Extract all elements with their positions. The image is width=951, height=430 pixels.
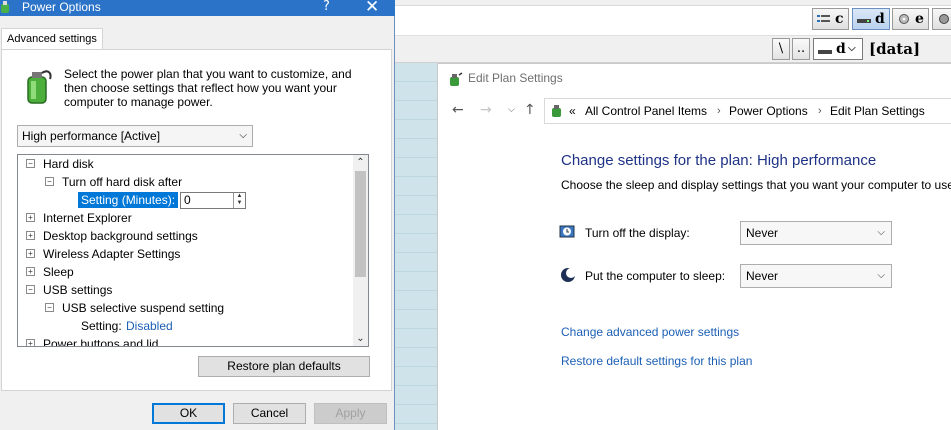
hard-drive-icon (857, 19, 871, 23)
address-bar[interactable]: « All Control Panel Items › Power Option… (544, 98, 951, 124)
display-timeout-label: Turn off the display: (585, 226, 690, 240)
display-timeout-select[interactable]: Never ⌵ (740, 221, 892, 245)
back-arrow-icon[interactable]: ← (452, 102, 464, 118)
restore-plan-defaults-button[interactable]: Restore plan defaults (198, 356, 370, 377)
battery-power-icon (27, 70, 52, 104)
display-clock-icon (559, 225, 575, 238)
drive-select-value: d (836, 41, 846, 57)
help-button[interactable]: ? (323, 0, 330, 15)
tree-label: Wireless Adapter Settings (43, 247, 181, 261)
page-subtitle: Choose the sleep and display settings th… (561, 178, 951, 192)
breadcrumb-chevron-icon[interactable]: › (717, 99, 721, 123)
close-button[interactable]: ✕ (365, 0, 379, 17)
apply-button[interactable]: Apply (314, 403, 387, 424)
navigation-bar: ← → ⌵ ↑ « All Control Panel Items › Powe… (438, 94, 951, 128)
expand-icon[interactable]: + (26, 249, 35, 258)
advanced-settings-tree[interactable]: − Hard disk − Turn off hard disk after S… (17, 154, 369, 347)
collapse-icon[interactable]: − (26, 159, 35, 168)
power-plan-select[interactable]: High performance [Active] ⌵ (17, 125, 253, 147)
drive-c-label: c (835, 11, 844, 27)
expand-icon[interactable]: + (26, 267, 35, 276)
tree-label: Hard disk (43, 157, 94, 171)
breadcrumb-edit-plan[interactable]: Edit Plan Settings (830, 99, 925, 123)
recent-locations-chevron-icon[interactable]: ⌵ (508, 102, 515, 118)
tree-label: Sleep (43, 265, 74, 279)
control-panel-icon (552, 105, 561, 117)
path-toolbar (395, 35, 951, 63)
change-advanced-settings-link[interactable]: Change advanced power settings (561, 325, 739, 339)
expand-icon[interactable]: + (26, 339, 35, 346)
spin-up-down-icon[interactable]: ▲ ▼ (233, 193, 245, 208)
edit-plan-title: Edit Plan Settings (468, 71, 563, 85)
edit-plan-settings-window: Edit Plan Settings ← → ⌵ ↑ « All Control… (437, 63, 951, 430)
collapse-icon[interactable]: − (26, 285, 35, 294)
chevron-down-icon: ⌵ (877, 227, 885, 238)
dialog-title: Power Options (22, 0, 101, 14)
tab-advanced-settings[interactable]: Advanced settings (1, 28, 103, 50)
scrollbar-thumb[interactable] (355, 171, 366, 277)
tree-label: Power buttons and lid (43, 337, 159, 347)
sleep-timeout-label: Put the computer to sleep: (585, 269, 726, 283)
chevron-down-icon: ⌵ (848, 43, 856, 54)
chevron-down-icon: ⌵ (239, 130, 247, 141)
tree-label: USB settings (43, 283, 113, 297)
cancel-button[interactable]: Cancel (233, 403, 306, 424)
parent-dir-button[interactable]: .. (792, 38, 810, 60)
power-plan-value: High performance [Active] (22, 129, 161, 143)
setting-minutes-spinbox[interactable]: 0 ▲ ▼ (180, 192, 246, 209)
optical-drive-icon (899, 14, 909, 24)
setting-minutes-label: Setting (Minutes): (78, 192, 179, 208)
drive-e-button[interactable]: e (892, 8, 929, 30)
edit-plan-titlebar: Edit Plan Settings (438, 64, 951, 94)
forward-arrow-icon[interactable]: → (480, 102, 492, 118)
file-list-strip (395, 63, 437, 430)
drive-c-button[interactable]: c (812, 8, 849, 30)
power-options-icon (450, 72, 463, 86)
tree-label: Turn off hard disk after (62, 175, 183, 189)
breadcrumb-overflow[interactable]: « (569, 99, 576, 123)
display-timeout-value: Never (746, 226, 779, 240)
drive-d-button[interactable]: d (852, 8, 890, 30)
expand-icon[interactable]: + (26, 231, 35, 240)
page-title: Change settings for the plan: High perfo… (561, 152, 877, 169)
setting-minutes-value: 0 (184, 193, 191, 207)
drive-select[interactable]: d ⌵ (813, 38, 863, 60)
collapse-icon[interactable]: − (45, 303, 54, 312)
sleep-timeout-value: Never (746, 269, 779, 283)
tree-scrollbar[interactable]: ⌃ ⌄ (353, 155, 368, 346)
drive-toolbar: c d e (395, 6, 951, 35)
up-arrow-icon[interactable]: ↑ (524, 102, 536, 118)
tree-label: Internet Explorer (43, 211, 132, 225)
breadcrumb-chevron-icon[interactable]: › (818, 99, 822, 123)
tree-item-setting-minutes[interactable]: Setting (Minutes): 0 ▲ ▼ (18, 191, 358, 209)
ok-button[interactable]: OK (152, 403, 225, 424)
hard-drive-icon (818, 50, 832, 54)
usb-setting-label: Setting: (81, 319, 122, 333)
collapse-icon[interactable]: − (45, 177, 54, 186)
sleep-moon-icon (561, 268, 576, 282)
scroll-down-icon[interactable]: ⌄ (353, 331, 368, 346)
scroll-up-icon[interactable]: ⌃ (353, 155, 368, 170)
drive-d-label: d (875, 11, 885, 27)
removable-drive-icon (939, 14, 949, 24)
tree-label: Desktop background settings (43, 229, 198, 243)
expand-icon[interactable]: + (26, 213, 35, 222)
power-options-titlebar: Power Options ? ✕ (0, 0, 395, 17)
sleep-timeout-select[interactable]: Never ⌵ (740, 264, 892, 288)
breadcrumb-control-panel[interactable]: All Control Panel Items (585, 99, 707, 123)
power-options-icon (1, 1, 9, 13)
usb-setting-value-link[interactable]: Disabled (126, 317, 173, 335)
chevron-down-icon: ⌵ (877, 270, 885, 281)
dialog-intro-text: Select the power plan that you want to c… (64, 67, 352, 109)
power-options-dialog: Power Options ? ✕ Advanced settings Sele… (0, 0, 395, 430)
drive-next-button[interactable] (932, 8, 951, 30)
root-dir-button[interactable]: \ (772, 38, 790, 60)
restore-defaults-link[interactable]: Restore default settings for this plan (561, 354, 752, 368)
breadcrumb-power-options[interactable]: Power Options (729, 99, 808, 123)
drive-list-icon (817, 15, 830, 22)
tree-label: USB selective suspend setting (62, 301, 225, 315)
drive-e-label: e (915, 11, 924, 27)
